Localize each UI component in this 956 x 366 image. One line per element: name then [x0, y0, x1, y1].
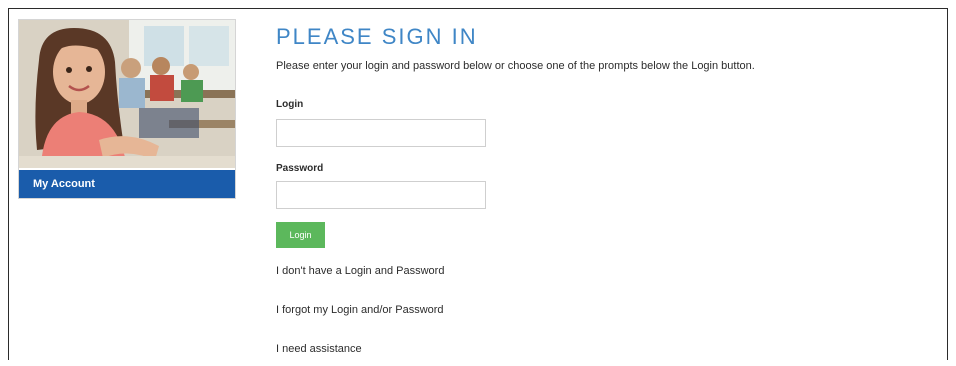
password-label: Password [276, 163, 324, 174]
login-input[interactable] [276, 119, 486, 147]
student-photo [19, 20, 235, 168]
student-photo-image [19, 20, 235, 168]
login-label: Login [276, 99, 304, 110]
forgot-login-link[interactable]: I forgot my Login and/or Password [276, 304, 444, 316]
login-button[interactable]: Login [276, 222, 325, 248]
page-title: PLEASE SIGN IN [276, 24, 478, 49]
password-input[interactable] [276, 181, 486, 209]
my-account-tab[interactable]: My Account [19, 170, 235, 198]
need-assistance-link[interactable]: I need assistance [276, 343, 362, 355]
account-sidebar: My Account [18, 19, 236, 199]
signin-instructions: Please enter your login and password bel… [276, 60, 755, 72]
no-login-link[interactable]: I don't have a Login and Password [276, 265, 444, 277]
